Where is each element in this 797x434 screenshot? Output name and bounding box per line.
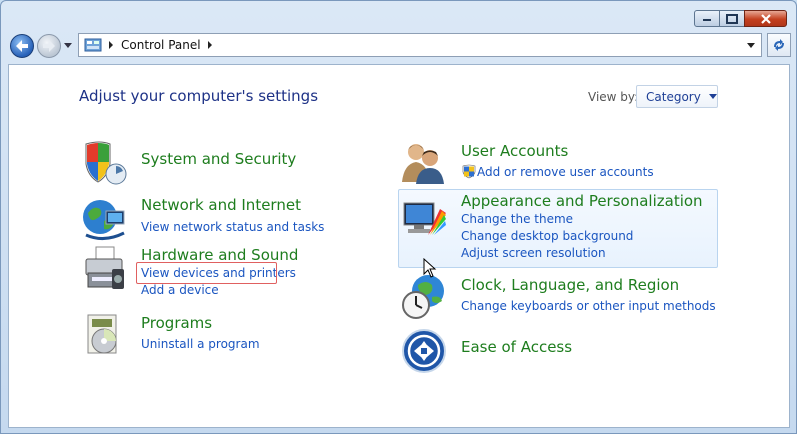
users-icon[interactable] <box>400 138 448 186</box>
address-dropdown-icon[interactable] <box>747 43 755 48</box>
view-by-label: View by: <box>588 90 639 104</box>
category-title[interactable]: System and Security <box>141 150 296 168</box>
view-by-value: Category <box>646 89 701 104</box>
uac-shield-icon <box>462 164 476 179</box>
category-title[interactable]: User Accounts <box>461 142 568 160</box>
navigation-bar: Control Panel <box>8 33 791 59</box>
control-panel-icon <box>84 38 102 52</box>
shield-icon[interactable] <box>80 138 128 186</box>
refresh-button[interactable] <box>767 33 791 57</box>
mouse-cursor-icon <box>423 258 437 278</box>
category-title[interactable]: Network and Internet <box>141 196 301 214</box>
monitor-palette-icon[interactable] <box>400 195 448 243</box>
link-change-keyboards[interactable]: Change keyboards or other input methods <box>461 299 716 313</box>
content-pane: Adjust your computer's settings View by:… <box>8 64 790 428</box>
maximize-button[interactable] <box>719 10 745 27</box>
recent-pages-dropdown[interactable] <box>64 41 73 50</box>
link-uninstall-program[interactable]: Uninstall a program <box>141 337 260 351</box>
minimize-button[interactable] <box>694 10 720 27</box>
category-title[interactable]: Ease of Access <box>461 338 572 356</box>
link-adjust-screen-resolution[interactable]: Adjust screen resolution <box>461 246 606 260</box>
maximize-icon <box>726 13 738 24</box>
back-button[interactable] <box>10 34 34 58</box>
view-by-dropdown[interactable]: Category <box>636 85 718 108</box>
close-button[interactable] <box>744 10 787 27</box>
link-add-remove-users[interactable]: Add or remove user accounts <box>477 165 654 179</box>
forward-arrow-icon <box>43 40 55 52</box>
window-controls <box>694 10 787 27</box>
clock-globe-icon[interactable] <box>400 273 448 321</box>
ease-of-access-icon[interactable] <box>400 327 448 375</box>
link-change-desktop-background[interactable]: Change desktop background <box>461 229 633 243</box>
programs-disc-icon[interactable] <box>80 311 128 359</box>
network-globe-icon[interactable] <box>80 195 128 243</box>
close-icon <box>760 13 771 24</box>
minimize-icon <box>703 18 711 21</box>
printer-speaker-icon[interactable] <box>80 245 128 293</box>
control-panel-window: Control Panel Adjust your computer's set… <box>0 0 797 434</box>
breadcrumb-arrow-icon <box>109 41 113 49</box>
category-title[interactable]: Programs <box>141 314 212 332</box>
breadcrumb-control-panel[interactable]: Control Panel <box>121 38 201 52</box>
link-change-theme[interactable]: Change the theme <box>461 212 573 226</box>
back-arrow-icon <box>16 40 28 52</box>
link-view-network-status[interactable]: View network status and tasks <box>141 220 324 234</box>
category-title[interactable]: Appearance and Personalization <box>461 192 703 210</box>
category-title[interactable]: Clock, Language, and Region <box>461 276 679 294</box>
address-bar[interactable]: Control Panel <box>78 33 762 57</box>
breadcrumb-arrow-icon[interactable] <box>207 41 212 49</box>
refresh-icon <box>774 39 784 51</box>
chevron-down-icon <box>708 94 717 99</box>
forward-button[interactable] <box>37 34 61 58</box>
link-add-device[interactable]: Add a device <box>141 283 219 297</box>
selection-highlight-box <box>136 262 277 284</box>
page-title: Adjust your computer's settings <box>79 87 319 105</box>
